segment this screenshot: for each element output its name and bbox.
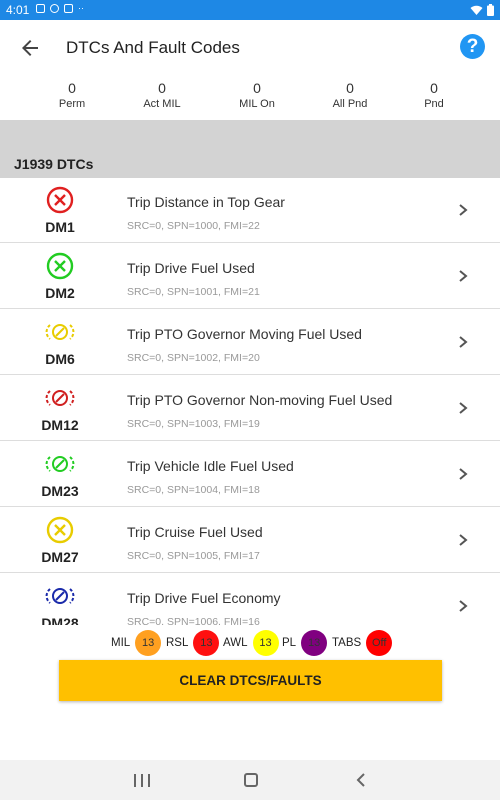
leaf-icon (45, 390, 75, 406)
counter-value: 0 (346, 80, 354, 96)
counter-label: Act MIL (143, 98, 181, 110)
system-icons (470, 4, 494, 16)
legend-mil: MIL 13 (111, 630, 162, 656)
legend-label: RSL (166, 637, 189, 649)
dtc-row-dm23[interactable]: DM23 Trip Vehicle Idle Fuel Used SRC=0, … (0, 442, 500, 507)
dtc-row-dm12[interactable]: DM12 Trip PTO Governor Non-moving Fuel U… (0, 376, 500, 441)
dtc-title: Trip Drive Fuel Used (127, 260, 255, 276)
dtc-row-dm28[interactable]: DM28 Trip Drive Fuel Economy SRC=0, SPN=… (0, 574, 500, 625)
legend-label: PL (282, 637, 297, 649)
dtc-row-dm27[interactable]: DM27 Trip Cruise Fuel Used SRC=0, SPN=10… (0, 508, 500, 573)
dtc-detail: SRC=0, SPN=1006, FMI=16 (127, 616, 260, 625)
back-arrow-icon[interactable] (18, 36, 42, 60)
legend-badge: 13 (252, 630, 279, 656)
help-icon[interactable]: ? (460, 34, 485, 59)
legend-awl: AWL 13 (223, 630, 279, 656)
counter-label: Perm (58, 98, 86, 110)
dtc-title: Trip Distance in Top Gear (127, 194, 285, 210)
dtc-detail: SRC=0, SPN=1005, FMI=17 (127, 550, 260, 562)
legend-label: TABS (332, 637, 362, 649)
dtc-detail: SRC=0, SPN=1001, FMI=21 (127, 286, 260, 298)
dtc-row-dm6[interactable]: DM6 Trip PTO Governor Moving Fuel Used S… (0, 310, 500, 375)
legend-label: MIL (111, 637, 131, 649)
dtc-detail: SRC=0, SPN=1004, FMI=18 (127, 484, 260, 496)
counter-value: 0 (68, 80, 76, 96)
recents-icon[interactable] (134, 774, 150, 787)
legend-badge: 13 (135, 630, 162, 656)
counter-label: Pnd (424, 98, 444, 110)
dtc-list[interactable]: DM1 Trip Distance in Top Gear SRC=0, SPN… (0, 178, 500, 625)
legend-rsl: RSL 13 (166, 630, 220, 656)
bag-icon (64, 4, 73, 13)
counter-label: MIL On (239, 98, 275, 110)
circle-x-icon (46, 516, 74, 544)
dtc-counters: 0 Perm 0 Act MIL 0 MIL On 0 All Pnd 0 Pn… (0, 76, 500, 120)
leaf-icon (45, 588, 75, 604)
dtc-row-dm2[interactable]: DM2 Trip Drive Fuel Used SRC=0, SPN=1001… (0, 244, 500, 309)
circle-x-icon (46, 252, 74, 280)
legend-badge: 13 (193, 630, 220, 656)
chevron-right-icon (459, 204, 468, 216)
legend-pl: PL 13 (282, 630, 328, 656)
leaf-icon (45, 324, 75, 340)
legend-badge: Off (366, 630, 393, 656)
counter-mil-on: 0 MIL On (217, 80, 297, 110)
leaf-icon (45, 456, 75, 472)
dtc-detail: SRC=0, SPN=1003, FMI=19 (127, 418, 260, 430)
page-title: DTCs And Fault Codes (66, 38, 240, 57)
dtc-title: Trip PTO Governor Moving Fuel Used (127, 326, 362, 342)
counter-value: 0 (253, 80, 261, 96)
chevron-right-icon (459, 336, 468, 348)
circle-x-icon (46, 186, 74, 214)
dtc-code: DM6 (45, 351, 75, 367)
dtc-title: Trip PTO Governor Non-moving Fuel Used (127, 392, 393, 408)
dtc-code: DM27 (41, 549, 79, 565)
counter-value: 0 (158, 80, 166, 96)
dtc-row-dm1[interactable]: DM1 Trip Distance in Top Gear SRC=0, SPN… (0, 178, 500, 243)
dtc-title: Trip Drive Fuel Economy (127, 590, 281, 606)
clear-dtcs-button[interactable]: CLEAR DTCS/FAULTS (59, 660, 442, 701)
dtc-detail: SRC=0, SPN=1002, FMI=20 (127, 352, 260, 364)
dtc-code: DM2 (45, 285, 75, 301)
dtc-title: Trip Cruise Fuel Used (127, 524, 263, 540)
notification-icons: ·· (36, 4, 84, 13)
legend-label: AWL (223, 637, 248, 649)
wifi-icon (470, 5, 483, 15)
chevron-right-icon (459, 402, 468, 414)
image-icon (36, 4, 45, 13)
section-title: J1939 DTCs (14, 156, 94, 172)
overflow-dots: ·· (78, 3, 84, 13)
dtc-code: DM1 (45, 219, 75, 235)
counter-all-pnd: 0 All Pnd (310, 80, 390, 110)
status-bar: 4:01 ·· (0, 0, 500, 20)
system-nav-bar (0, 760, 500, 800)
legend-badge: 13 (301, 630, 328, 656)
dtc-detail: SRC=0, SPN=1000, FMI=22 (127, 220, 260, 232)
status-time: 4:01 (6, 3, 30, 17)
nav-back-icon[interactable] (354, 772, 368, 788)
legend-tabs: TABS Off (332, 630, 393, 656)
chevron-right-icon (459, 534, 468, 546)
dtc-code: DM28 (41, 615, 79, 625)
battery-icon (487, 4, 494, 16)
lamp-legend: MIL 13 RSL 13 AWL 13 PL 13 TABS Off (0, 628, 500, 656)
counter-perm: 0 Perm (32, 80, 112, 110)
counter-act-mil: 0 Act MIL (122, 80, 202, 110)
dtc-code: DM12 (41, 417, 79, 433)
dtc-title: Trip Vehicle Idle Fuel Used (127, 458, 294, 474)
home-icon[interactable] (244, 773, 258, 787)
dtc-code: DM23 (41, 483, 79, 499)
chevron-right-icon (459, 600, 468, 612)
sync-icon (50, 4, 59, 13)
chevron-right-icon (459, 270, 468, 282)
counter-value: 0 (430, 80, 438, 96)
chevron-right-icon (459, 468, 468, 480)
app-bar: DTCs And Fault Codes ? (0, 20, 500, 76)
counter-pnd: 0 Pnd (394, 80, 474, 110)
counter-label: All Pnd (332, 98, 368, 110)
